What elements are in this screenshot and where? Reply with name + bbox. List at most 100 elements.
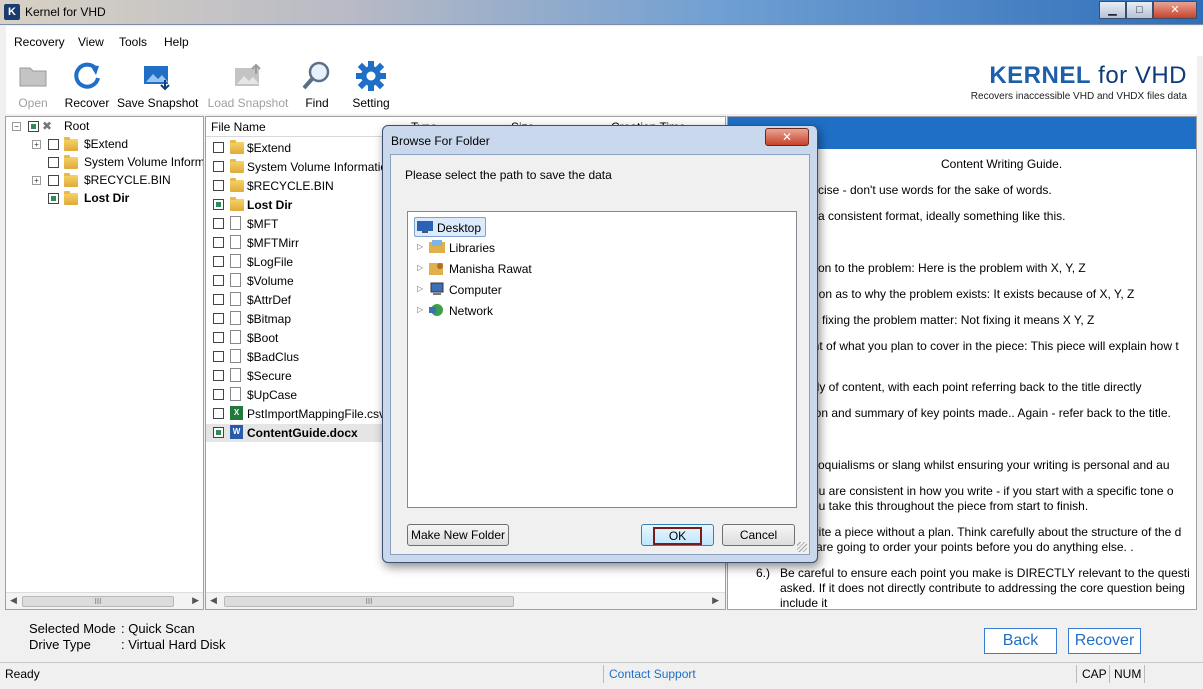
recover-toolbar-label: Recover [64,96,110,110]
recover-button[interactable]: Recover [1068,628,1141,654]
open-label: Open [18,96,48,110]
app-logo-icon: K [4,4,20,20]
folder-item-desktop[interactable]: Desktop [414,217,486,237]
save-snapshot-button[interactable]: Save Snapshot [117,56,198,112]
file-icon [230,235,241,249]
expand-arrow-icon[interactable]: ▷ [417,305,423,314]
dialog-close-button[interactable]: ✕ [765,128,809,146]
collapse-icon[interactable]: − [12,122,21,131]
tree-item-system-volume[interactable]: System Volume Inform [6,154,204,172]
preview-line: you are consistent in how you write - if… [806,484,1174,498]
expand-icon[interactable]: + [32,176,41,185]
computer-icon [430,282,444,295]
file-checkbox[interactable] [213,218,224,229]
minimize-button[interactable]: ▁ [1099,1,1126,19]
folder-item-label: Network [449,304,494,318]
folder-item-network[interactable]: ▷ Network [414,301,614,321]
tree-item-label: System Volume Inform [84,155,204,169]
tree-item-recycle-bin[interactable]: + $RECYCLE.BIN [6,172,203,190]
file-checkbox[interactable] [213,275,224,286]
file-checkbox[interactable] [213,427,224,438]
tree-horizontal-scrollbar[interactable]: ◀ III ▶ [6,592,203,609]
load-snapshot-button[interactable]: Load Snapshot [207,56,289,112]
maximize-button[interactable]: □ [1126,1,1153,19]
resize-grip[interactable] [797,542,807,552]
file-checkbox[interactable] [213,313,224,324]
files-horizontal-scrollbar[interactable]: ◀ III ▶ [206,592,725,609]
folder-icon [64,173,78,187]
folder-item-computer[interactable]: ▷ Computer [414,280,614,300]
expand-arrow-icon[interactable]: ▷ [417,242,423,251]
file-checkbox[interactable] [213,142,224,153]
back-button[interactable]: Back [984,628,1057,654]
file-name: $Boot [247,331,279,345]
word-file-icon: W [230,425,243,439]
caps-lock-indicator: CAP [1082,667,1107,681]
status-separator [1076,665,1077,683]
tree-checkbox[interactable] [48,175,59,186]
scroll-left-icon[interactable]: ◀ [10,595,17,606]
tree-checkbox[interactable] [48,139,59,150]
file-checkbox[interactable] [213,370,224,381]
expand-arrow-icon[interactable]: ▷ [417,284,423,293]
file-checkbox[interactable] [213,408,224,419]
file-checkbox[interactable] [213,294,224,305]
expand-icon[interactable]: + [32,140,41,149]
preview-list-number: 6.) [756,566,771,580]
preview-line: olloquialisms or slang whilst ensuring y… [806,458,1170,472]
file-checkbox[interactable] [213,351,224,362]
scroll-thumb[interactable]: III [224,596,514,607]
brand-name: KERNEL for VHD [989,62,1187,89]
preview-line: es fixing the problem matter: Not fixing… [806,313,1095,327]
close-button[interactable]: ✕ [1153,1,1197,19]
find-button[interactable]: Find [297,56,337,112]
root-checkbox[interactable] [28,121,39,132]
brand-tagline: Recovers inaccessible VHD and VHDX files… [970,91,1187,102]
column-file-name[interactable]: File Name [211,120,266,134]
image-load-icon [235,63,261,86]
tree-root[interactable]: − ✖ Root [6,118,203,136]
open-button[interactable]: Open [10,56,56,112]
tree-checkbox[interactable] [48,157,59,168]
file-checkbox[interactable] [213,180,224,191]
contact-support-link[interactable]: Contact Support [609,667,696,681]
load-snapshot-label: Load Snapshot [207,96,289,110]
folder-item-manisha-rawat[interactable]: ▷ Manisha Rawat [414,259,614,279]
file-checkbox[interactable] [213,161,224,172]
menu-view[interactable]: View [78,35,104,49]
preview-line: ody of content, with each point referrin… [806,380,1142,394]
scroll-left-icon[interactable]: ◀ [210,595,217,606]
tree-checkbox[interactable] [48,193,59,204]
libraries-icon [429,240,445,253]
file-checkbox[interactable] [213,237,224,248]
file-checkbox[interactable] [213,332,224,343]
tree-item-lost-dir[interactable]: Lost Dir [6,190,203,208]
file-name: $UpCase [247,388,298,402]
tree-root-label: Root [64,119,90,133]
menu-recovery[interactable]: Recovery [14,35,65,49]
folder-browser-tree[interactable]: Desktop ▷ Libraries ▷ Manisha Rawat ▷ Co… [407,211,797,508]
tree-item-extend[interactable]: + $Extend [6,136,203,154]
status-separator [1144,665,1145,683]
scroll-right-icon[interactable]: ▶ [712,595,719,606]
file-name: PstImportMappingFile.csv [247,407,386,421]
expand-arrow-icon[interactable]: ▷ [417,263,423,272]
gear-icon [356,61,386,91]
scroll-thumb[interactable]: III [22,596,174,607]
cancel-button[interactable]: Cancel [722,524,795,546]
ok-button[interactable]: OK [641,524,714,546]
folder-item-libraries[interactable]: ▷ Libraries [414,238,614,258]
browse-folder-dialog: Browse For Folder ✕ Please select the pa… [382,125,818,563]
menu-help[interactable]: Help [164,35,189,49]
recover-toolbar-button[interactable]: Recover [62,56,112,112]
brand-logo: KERNEL for VHD Recovers inaccessible VHD… [971,62,1187,102]
file-checkbox[interactable] [213,199,224,210]
file-checkbox[interactable] [213,256,224,267]
file-checkbox[interactable] [213,389,224,400]
setting-button[interactable]: Setting [348,56,394,112]
make-new-folder-button[interactable]: Make New Folder [407,524,509,546]
preview-line: sion and summary of key points made.. Ag… [806,406,1171,420]
menu-tools[interactable]: Tools [119,35,147,49]
file-name: $RECYCLE.BIN [247,179,334,193]
scroll-right-icon[interactable]: ▶ [192,595,199,606]
